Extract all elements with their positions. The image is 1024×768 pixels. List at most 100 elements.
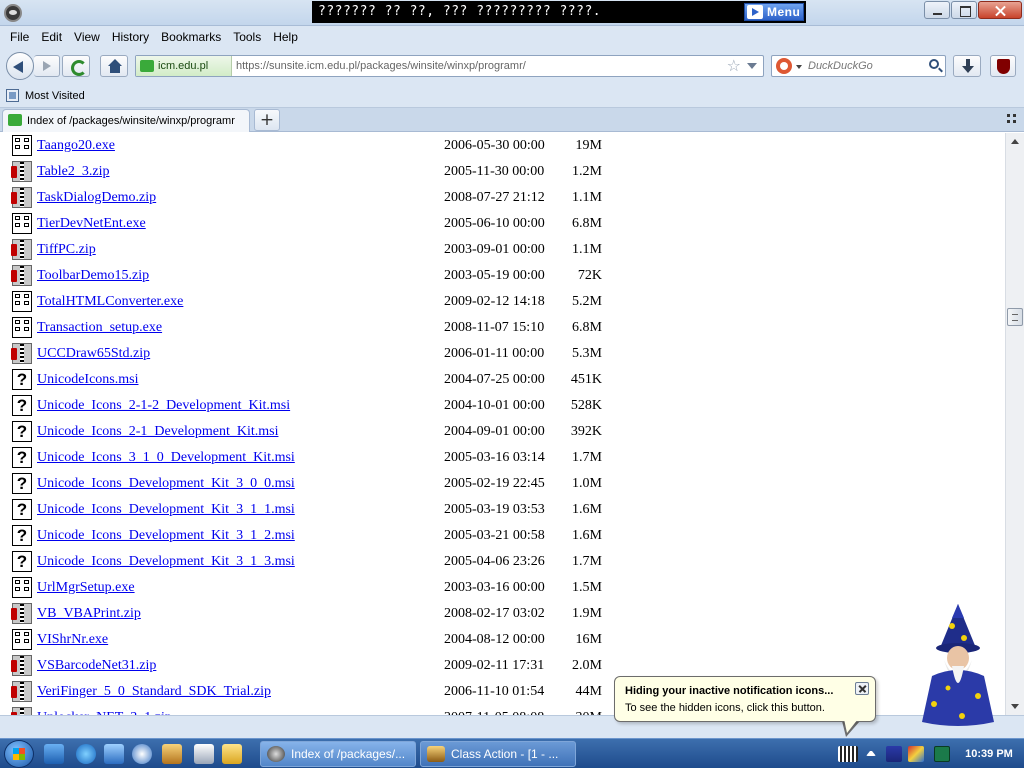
minimize-button[interactable] [924, 1, 950, 19]
reload-button[interactable] [62, 55, 90, 77]
scroll-up-arrow-icon[interactable] [1007, 134, 1023, 150]
file-link[interactable]: Unicode_Icons_2-1_Development_Kit.msi [37, 419, 278, 445]
tray-keyboard-icon[interactable] [838, 746, 858, 762]
tray-network-icon[interactable] [908, 746, 924, 762]
taskbar-clock[interactable]: 10:39 PM [958, 739, 1020, 768]
compressed-file-icon [11, 187, 32, 208]
unknown-file-icon: ? [12, 421, 32, 442]
quicklaunch-media-icon[interactable] [104, 744, 124, 764]
duckduckgo-icon[interactable] [776, 58, 792, 74]
maximize-button[interactable] [951, 1, 977, 19]
file-link[interactable]: VSBarcodeNet31.zip [37, 653, 156, 679]
file-link[interactable]: Taango20.exe [37, 133, 115, 159]
file-date: 2005-03-16 03:14 [444, 450, 545, 465]
site-identity[interactable]: icm.edu.pl [136, 56, 232, 76]
home-button[interactable] [100, 55, 128, 77]
menu-file[interactable]: File [4, 30, 35, 44]
file-link[interactable]: ToolbarDemo15.zip [37, 263, 149, 289]
quicklaunch-internet-explorer-icon[interactable] [76, 744, 96, 764]
file-link[interactable]: Unicode_Icons_Development_Kit_3_0_0.msi [37, 471, 295, 497]
notification-close-icon[interactable] [855, 682, 869, 695]
file-link[interactable]: UrlMgrSetup.exe [37, 575, 135, 601]
ublock-icon[interactable] [990, 55, 1016, 77]
file-link[interactable]: Unicode_Icons_Development_Kit_3_1_1.msi [37, 497, 295, 523]
file-link[interactable]: UnicodeIcons.msi [37, 367, 138, 393]
tab-list-icon[interactable] [1007, 114, 1017, 124]
bookmarks-toolbar: Most Visited [0, 84, 1024, 108]
file-link[interactable]: Transaction_setup.exe [37, 315, 162, 341]
back-button[interactable] [6, 52, 34, 80]
quicklaunch-tools-icon[interactable] [162, 744, 182, 764]
tab-index-programr[interactable]: Index of /packages/winsite/winxp/program… [2, 109, 250, 132]
tab-favicon-icon [8, 114, 22, 126]
menu-edit[interactable]: Edit [35, 30, 68, 44]
file-link[interactable]: Table2_3.zip [37, 159, 110, 185]
wizard-agent-icon[interactable] [918, 604, 996, 728]
binary-file-icon [12, 577, 32, 598]
quicklaunch-folder-icon[interactable] [222, 744, 242, 764]
url-text[interactable]: https://sunsite.icm.edu.pl/packages/wins… [236, 56, 526, 76]
forward-button[interactable] [34, 55, 60, 77]
vertical-scrollbar[interactable] [1005, 133, 1024, 715]
file-size: 19M [575, 138, 602, 153]
tray-wizard-icon[interactable] [886, 746, 902, 762]
notification-balloon-tail-inner [844, 719, 858, 733]
file-date: 2008-02-17 03:02 [444, 606, 545, 621]
close-button[interactable] [978, 1, 1022, 19]
notification-balloon[interactable]: Hiding your inactive notification icons.… [614, 676, 876, 722]
menu-history[interactable]: History [106, 30, 155, 44]
file-date: 2004-07-25 00:00 [444, 372, 545, 387]
binary-file-icon [12, 317, 32, 338]
tray-show-hidden-icon[interactable] [866, 751, 876, 756]
task-firefox[interactable]: Index of /packages/... [260, 741, 416, 767]
file-link[interactable]: TiffPC.zip [37, 237, 96, 263]
compressed-file-icon [11, 343, 32, 364]
downloads-button[interactable] [953, 55, 981, 77]
tray-app-icon[interactable] [934, 746, 950, 762]
bookmark-star-icon[interactable]: ☆ [727, 57, 741, 75]
file-link[interactable]: Unicode_Icons_Development_Kit_3_1_3.msi [37, 549, 295, 575]
search-bar[interactable]: DuckDuckGo [771, 55, 946, 77]
quicklaunch-explorer-icon[interactable] [44, 744, 64, 764]
file-link[interactable]: TaskDialogDemo.zip [37, 185, 156, 211]
file-link[interactable]: Unicode_Icons_Development_Kit_3_1_2.msi [37, 523, 295, 549]
table-row: ? Unicode_Icons_Development_Kit_3_1_3.msi… [0, 549, 1005, 575]
new-tab-button[interactable]: + [254, 109, 280, 131]
most-visited-icon [6, 89, 19, 102]
file-link[interactable]: Unicode_Icons_3_1_0_Development_Kit.msi [37, 445, 295, 471]
search-input[interactable]: DuckDuckGo [808, 56, 873, 76]
file-size: 1.2M [572, 164, 602, 179]
quicklaunch-player-icon[interactable] [132, 744, 152, 764]
search-engine-dropdown-icon[interactable] [796, 65, 802, 69]
url-dropdown-icon[interactable] [747, 63, 757, 69]
task-firefox-icon [267, 746, 285, 762]
quicklaunch-usb-icon[interactable] [194, 744, 214, 764]
file-link[interactable]: Unicode_Icons_2-1-2_Development_Kit.msi [37, 393, 290, 419]
file-date: 2005-04-06 23:26 [444, 554, 545, 569]
file-link[interactable]: TierDevNetEnt.exe [37, 211, 146, 237]
directory-listing: Taango20.exe 2006-05-30 00:00 19M Table2_3.… [0, 133, 1005, 715]
file-link[interactable]: VIShrNr.exe [37, 627, 108, 653]
menu-view[interactable]: View [68, 30, 106, 44]
file-link[interactable]: VB_VBAPrint.zip [37, 601, 141, 627]
file-link[interactable]: VeriFinger_5_0_Standard_SDK_Trial.zip [37, 679, 271, 705]
task-class-action[interactable]: Class Action - [1 - ... [420, 741, 576, 767]
menu-tools[interactable]: Tools [227, 30, 267, 44]
menu-bookmarks[interactable]: Bookmarks [155, 30, 227, 44]
overlay-menu-button[interactable]: Menu [744, 3, 804, 21]
bookmark-most-visited[interactable]: Most Visited [25, 84, 85, 108]
file-size: 1.7M [572, 450, 602, 465]
file-link[interactable]: Unlocker_NET_3_1.zip [37, 705, 172, 715]
url-bar[interactable]: icm.edu.pl https://sunsite.icm.edu.pl/pa… [135, 55, 764, 77]
scroll-thumb[interactable] [1007, 308, 1023, 326]
menu-help[interactable]: Help [267, 30, 304, 44]
table-row: TierDevNetEnt.exe 2005-06-10 00:00 6.8M [0, 211, 1005, 237]
file-date: 2007-11-05 08:08 [444, 705, 544, 715]
file-size: 1.5M [572, 580, 602, 595]
scroll-down-arrow-icon[interactable] [1007, 698, 1023, 714]
file-size: 6.8M [572, 216, 602, 231]
start-button[interactable] [4, 740, 34, 768]
search-icon[interactable] [929, 59, 939, 69]
file-link[interactable]: TotalHTMLConverter.exe [37, 289, 183, 315]
file-link[interactable]: UCCDraw65Std.zip [37, 341, 150, 367]
